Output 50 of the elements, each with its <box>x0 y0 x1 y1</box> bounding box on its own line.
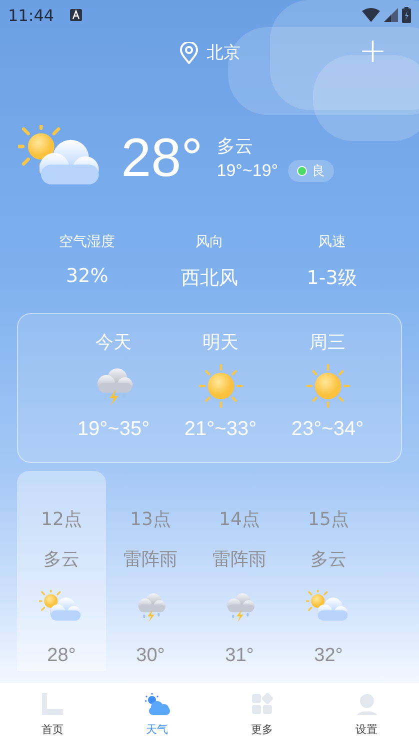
sun-icon <box>306 364 350 408</box>
hourly-forecast-item[interactable]: 15点 多云 32° <box>284 471 373 671</box>
hour-condition: 雷阵雨 <box>124 548 178 571</box>
hour-label: 13点 <box>130 508 171 531</box>
hour-label: 15点 <box>308 508 349 531</box>
nav-tab[interactable]: 天气 <box>104 683 210 746</box>
day-temperature-range: 23°~34° <box>291 418 364 441</box>
day-temperature-range: 21°~33° <box>184 418 257 441</box>
day-name: 明天 <box>202 331 238 354</box>
status-time: 11:44 <box>8 6 54 24</box>
grid-icon <box>250 692 274 716</box>
location-pin-icon <box>178 42 198 64</box>
day-name: 周三 <box>310 331 346 354</box>
notification-icon <box>70 9 82 21</box>
current-condition: 多云 <box>216 135 254 158</box>
air-quality-label: 良 <box>312 163 326 180</box>
hour-label: 14点 <box>219 508 260 531</box>
hour-temperature: 31° <box>225 645 254 667</box>
nav-tab[interactable]: 更多 <box>210 683 314 746</box>
stat-value: 西北风 <box>180 266 238 291</box>
nav-tab[interactable]: 首页 <box>0 683 105 746</box>
signal-icon <box>384 8 398 22</box>
hour-condition: 多云 <box>310 548 346 571</box>
current-temperature: 28° <box>121 127 203 189</box>
sun-icon <box>198 364 242 408</box>
stat-label: 空气湿度 <box>59 233 116 251</box>
stat-value: 1-3级 <box>306 266 357 291</box>
battery-icon <box>402 7 411 23</box>
hour-temperature: 32° <box>314 645 343 667</box>
nav-tab[interactable]: 设置 <box>314 683 419 746</box>
hourly-forecast-item[interactable]: 14点 雷阵雨 31° <box>195 471 284 671</box>
hourly-forecast-item[interactable]: 13点 雷阵雨 30° <box>106 471 195 671</box>
hour-temperature: 30° <box>136 645 165 667</box>
hour-condition: 多云 <box>44 548 80 571</box>
stat-value: 32% <box>66 265 108 287</box>
person-icon <box>354 692 379 716</box>
day-temperature-range: 19°~35° <box>77 418 150 441</box>
hourly-forecast-item[interactable]: 12点 多云 28° <box>17 471 106 671</box>
stat-label: 风向 <box>195 233 224 251</box>
sun-cloud-icon <box>143 692 172 716</box>
temperature-range: 19°~19° <box>216 161 278 181</box>
hour-label: 12点 <box>41 508 82 531</box>
wifi-icon <box>362 8 380 22</box>
city-name: 北京 <box>206 42 240 64</box>
add-city-button[interactable]: + <box>354 34 391 68</box>
hour-condition: 雷阵雨 <box>212 548 266 571</box>
hour-temperature: 28° <box>47 645 76 667</box>
stat-label: 风速 <box>318 233 346 251</box>
ruler-icon <box>40 692 64 716</box>
day-name: 今天 <box>96 331 132 354</box>
